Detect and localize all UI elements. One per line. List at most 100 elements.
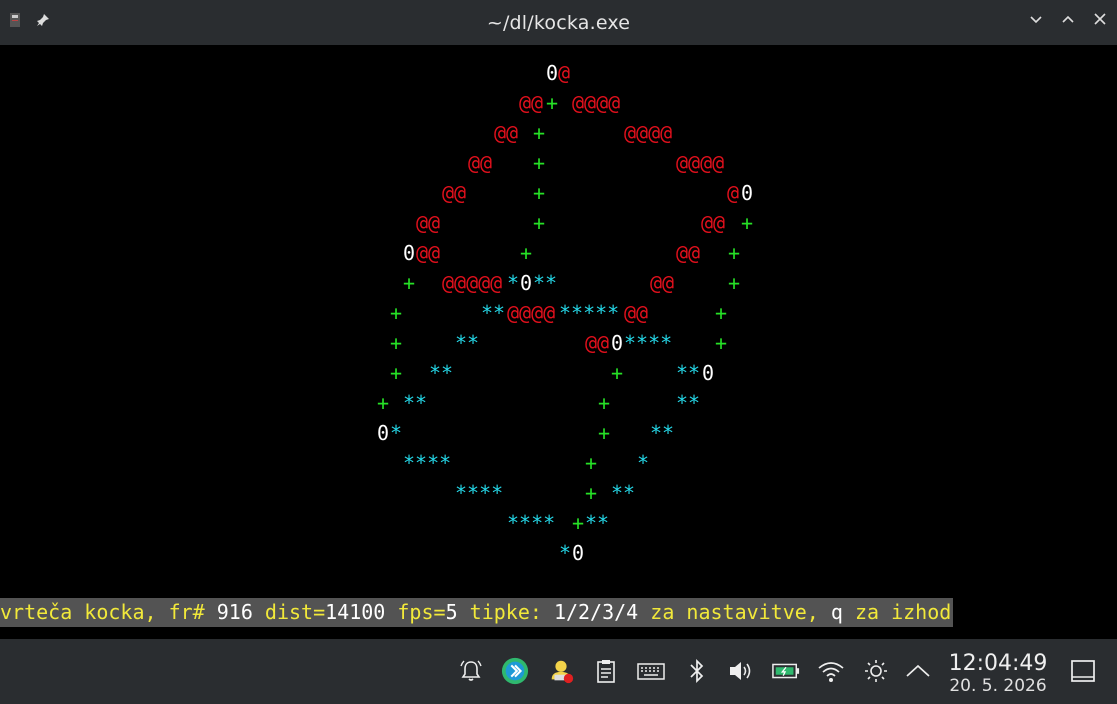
cube-glyph-zero: 0 xyxy=(546,61,559,85)
cube-glyph-plus: + xyxy=(533,151,546,175)
status-text-4: tipke: xyxy=(457,600,554,624)
notifications-icon[interactable] xyxy=(457,657,485,685)
cube-glyph-at: @@@@@ xyxy=(442,271,503,295)
cube-glyph-at: @@ xyxy=(468,151,493,175)
cube-glyph-at: @@ xyxy=(585,331,610,355)
frame-number: 916 xyxy=(216,600,253,624)
cube-glyph-star: ** xyxy=(676,361,701,385)
cube-glyph-plus: + xyxy=(533,211,546,235)
cube-glyph-plus: + xyxy=(390,361,403,385)
cube-glyph-star: **** xyxy=(403,451,452,475)
cube-glyph-at: @ xyxy=(558,61,571,85)
brightness-icon[interactable] xyxy=(862,657,890,685)
cube-glyph-plus: + xyxy=(546,91,559,115)
cube-glyph-plus: + xyxy=(390,331,403,355)
quit-key: q xyxy=(830,600,843,624)
cube-glyph-star: ** xyxy=(403,391,428,415)
minimize-icon[interactable] xyxy=(1027,10,1045,28)
cube-glyph-star: **** xyxy=(455,481,504,505)
status-text-1: vrteča kocka, fr# xyxy=(0,600,217,624)
distance-value: 14100 xyxy=(325,600,386,624)
cube-glyph-plus: + xyxy=(533,121,546,145)
cube-glyph-at: @@ xyxy=(701,211,726,235)
cube-glyph-plus: + xyxy=(598,421,611,445)
window-title: ~/dl/kocka.exe xyxy=(486,12,631,34)
cube-glyph-star: ***** xyxy=(559,301,620,325)
cube-glyph-at: @@ xyxy=(519,91,544,115)
keys-value: 1/2/3/4 xyxy=(553,600,639,624)
cube-glyph-plus: + xyxy=(390,301,403,325)
status-text-5: za nastavitve, xyxy=(638,600,831,624)
cube-glyph-zero: 0 xyxy=(520,271,533,295)
cube-glyph-star: **** xyxy=(624,331,673,355)
clipboard-icon[interactable] xyxy=(592,657,620,685)
cube-glyph-plus: + xyxy=(403,271,416,295)
cube-glyph-zero: 0 xyxy=(377,421,390,445)
cube-glyph-at: @@ xyxy=(416,211,441,235)
cube-glyph-at: @@ xyxy=(624,301,649,325)
cube-glyph-star: * xyxy=(390,421,403,445)
cube-glyph-star: ** xyxy=(429,361,454,385)
cube-glyph-plus: + xyxy=(611,361,624,385)
cube-glyph-star: **** xyxy=(507,511,556,535)
bluetooth-icon[interactable] xyxy=(683,657,711,685)
cube-glyph-zero: 0 xyxy=(741,181,754,205)
cube-glyph-at: @@@@ xyxy=(572,91,621,115)
cube-glyph-plus: + xyxy=(585,451,598,475)
cube-glyph-plus: + xyxy=(741,211,754,235)
cube-glyph-star: ** xyxy=(650,421,675,445)
cube-glyph-plus: + xyxy=(728,241,741,265)
cube-glyph-at: @@ xyxy=(676,241,701,265)
close-icon[interactable] xyxy=(1091,10,1109,28)
cube-glyph-zero: 0 xyxy=(403,241,416,265)
clock-time[interactable]: 12:04:49 xyxy=(942,651,1054,676)
cube-glyph-at: @@@@ xyxy=(507,301,556,325)
fps-value: 5 xyxy=(445,600,458,624)
cube-glyph-star: ** xyxy=(585,511,610,535)
cube-glyph-star: * xyxy=(637,451,650,475)
wifi-icon[interactable] xyxy=(817,657,845,685)
cube-glyph-star: ** xyxy=(611,481,636,505)
cube-glyph-plus: + xyxy=(533,181,546,205)
cube-glyph-zero: 0 xyxy=(572,541,585,565)
maximize-icon[interactable] xyxy=(1059,10,1077,28)
cube-glyph-zero: 0 xyxy=(702,361,715,385)
cube-glyph-star: ** xyxy=(676,391,701,415)
cube-glyph-at: @@ xyxy=(494,121,519,145)
cube-glyph-star: ** xyxy=(533,271,558,295)
cube-glyph-at: @@@@ xyxy=(676,151,725,175)
cube-glyph-at: @@ xyxy=(416,241,441,265)
cube-glyph-at: @@ xyxy=(442,181,467,205)
cube-glyph-plus: + xyxy=(728,271,741,295)
cube-glyph-star: * xyxy=(507,271,520,295)
cube-glyph-plus: + xyxy=(715,331,728,355)
cube-glyph-plus: + xyxy=(377,391,390,415)
volume-icon[interactable] xyxy=(727,657,755,685)
kde-connect-icon[interactable] xyxy=(501,657,529,685)
cube-glyph-at: @ xyxy=(727,181,740,205)
clock-date[interactable]: 20. 5. 2026 xyxy=(942,676,1054,696)
cube-glyph-plus: + xyxy=(598,391,611,415)
cube-glyph-star: * xyxy=(559,541,572,565)
cube-glyph-plus: + xyxy=(585,481,598,505)
cube-glyph-plus: + xyxy=(520,241,533,265)
cube-glyph-at: @@ xyxy=(650,271,675,295)
cube-glyph-plus: + xyxy=(715,301,728,325)
expand-tray-icon[interactable] xyxy=(904,657,932,685)
taskbar: 12:04:49 20. 5. 2026 xyxy=(0,639,1117,704)
status-line: vrteča kocka, fr# 916 dist=14100 fps=5 t… xyxy=(0,598,954,627)
cube-glyph-plus: + xyxy=(572,511,585,535)
status-text-6: za izhod xyxy=(842,600,952,624)
cube-glyph-star: ** xyxy=(481,301,506,325)
show-desktop-icon[interactable] xyxy=(1069,657,1097,685)
terminal-area[interactable]: 0 @ @@ + @@@@ @@ + @@@@ @@ + @@@@ @@ + @0 @@ + @@ +0 @@ + @@… xyxy=(0,45,1117,639)
status-text-2: dist= xyxy=(252,600,326,624)
status-text-3: fps= xyxy=(385,600,446,624)
cube-glyph-star: ** xyxy=(455,331,480,355)
cube-glyph-zero: 0 xyxy=(611,331,624,355)
updates-icon[interactable] xyxy=(547,657,575,685)
battery-icon[interactable] xyxy=(772,657,800,685)
keyboard-icon[interactable] xyxy=(637,657,665,685)
cube-glyph-at: @@@@ xyxy=(624,121,673,145)
window-titlebar[interactable]: ~/dl/kocka.exe xyxy=(0,0,1117,45)
